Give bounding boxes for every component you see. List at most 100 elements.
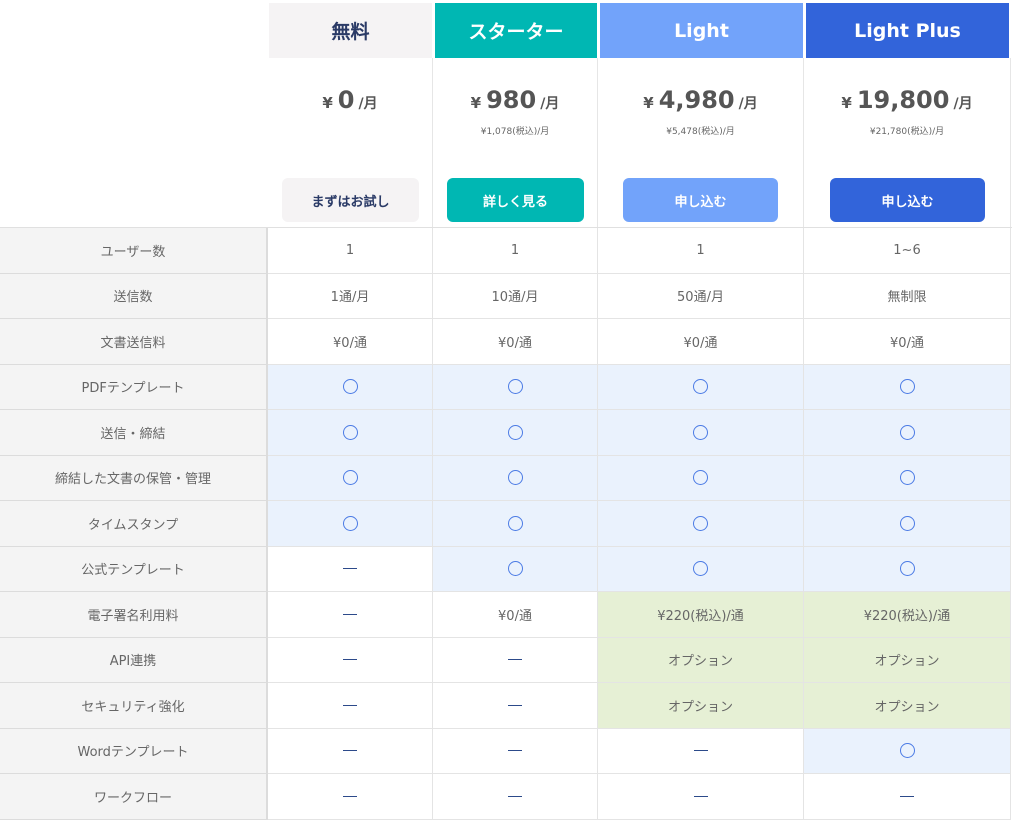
price-period: /月: [358, 96, 378, 112]
feature-value-not-included: [433, 683, 598, 729]
dash-icon: [343, 704, 357, 706]
feature-value: ¥0/通: [268, 319, 433, 365]
circle-icon: [899, 424, 915, 440]
circle-icon: [693, 470, 708, 486]
plan-header-0: 無料: [269, 3, 432, 58]
feature-row: 締結した文書の保管・管理: [0, 455, 1012, 501]
price-tax-included: ¥5,478(税込)/月: [666, 127, 735, 137]
feature-label: セキュリティ強化: [0, 683, 268, 729]
feature-value-not-included: [268, 546, 433, 592]
circle-icon: [342, 470, 358, 486]
feature-label: 送信・締結: [0, 410, 268, 456]
dash-icon: [508, 659, 522, 661]
feature-value-option: オプション: [598, 683, 804, 729]
price-amount: 4,980: [658, 86, 735, 114]
feature-value-included: [804, 728, 1011, 774]
feature-value-included: [433, 364, 598, 410]
feature-value: 無制限: [804, 273, 1011, 319]
feature-row: 電子署名利用料 ¥0/通 ¥220(税込)/通 ¥220(税込)/通: [0, 592, 1012, 638]
feature-label: 文書送信料: [0, 319, 268, 365]
feature-value-included: [433, 455, 598, 501]
circle-icon: [507, 515, 523, 531]
feature-value-not-included: [268, 728, 433, 774]
feature-value-not-included: [268, 683, 433, 729]
feature-value-not-included: [598, 774, 804, 820]
feature-value-included: [804, 546, 1011, 592]
price-amount: 980: [486, 86, 537, 114]
plan-price: ¥4,980/月: [598, 86, 803, 114]
plan-price-cell: ¥0/月まずはお試し: [268, 58, 433, 228]
feature-value: 1~6: [804, 228, 1011, 274]
yen-symbol: ¥: [470, 94, 482, 112]
circle-icon: [899, 561, 915, 577]
plan-price-cell: ¥980/月 ¥1,078(税込)/月 詳しく見る: [433, 58, 598, 228]
plan-price-cell: ¥4,980/月 ¥5,478(税込)/月申し込む: [598, 58, 804, 228]
plan-price-cell: ¥19,800/月 ¥21,780(税込)/月 申し込む: [804, 58, 1011, 228]
feature-value-option: オプション: [804, 637, 1011, 683]
plan-header-1: スターター: [435, 3, 597, 58]
dash-icon: [508, 795, 522, 797]
feature-value-included: [598, 455, 804, 501]
feature-value-included: [268, 364, 433, 410]
dash-icon: [508, 704, 522, 706]
dash-icon: [343, 568, 357, 570]
price-period: /月: [738, 96, 758, 112]
yen-symbol: ¥: [841, 94, 852, 112]
circle-icon: [693, 561, 708, 577]
dash-icon: [343, 613, 357, 615]
plan-price: ¥980/月: [433, 86, 597, 114]
feature-value-not-included: [804, 774, 1011, 820]
circle-icon: [342, 379, 358, 395]
dash-icon: [508, 750, 522, 752]
feature-value: 10通/月: [433, 273, 598, 319]
feature-row: ワークフロー: [0, 774, 1012, 820]
dash-icon: [343, 795, 357, 797]
feature-value: ¥0/通: [804, 319, 1011, 365]
circle-icon: [507, 470, 523, 486]
feature-value: ¥0/通: [433, 319, 598, 365]
feature-label: タイムスタンプ: [0, 501, 268, 547]
feature-label: 電子署名利用料: [0, 592, 268, 638]
plan-cta-button[interactable]: 申し込む: [623, 178, 778, 222]
price-tax-included: ¥21,780(税込)/月: [869, 127, 945, 137]
feature-value: 1: [268, 228, 433, 274]
circle-icon: [507, 424, 523, 440]
circle-icon: [507, 561, 523, 577]
feature-value: 1通/月: [268, 273, 433, 319]
feature-row: 公式テンプレート: [0, 546, 1012, 592]
feature-label: 締結した文書の保管・管理: [0, 455, 268, 501]
plan-cta-button[interactable]: 詳しく見る: [447, 178, 584, 222]
feature-value-included: [804, 455, 1011, 501]
feature-value: 1: [598, 228, 804, 274]
plan-cta-button[interactable]: 申し込む: [830, 178, 985, 222]
feature-row: タイムスタンプ: [0, 501, 1012, 547]
plan-price: ¥0/月: [268, 86, 432, 114]
circle-icon: [342, 515, 358, 531]
feature-label: Wordテンプレート: [0, 728, 268, 774]
feature-value-included: [804, 501, 1011, 547]
circle-icon: [899, 743, 915, 759]
circle-icon: [342, 424, 358, 440]
price-amount: 19,800: [856, 86, 950, 114]
circle-icon: [507, 379, 523, 395]
circle-icon: [693, 379, 708, 395]
plan-header-2: Light: [600, 3, 803, 58]
dash-icon: [343, 659, 357, 661]
dash-icon: [900, 795, 914, 797]
plan-header-3: Light Plus: [806, 3, 1009, 58]
feature-label: 送信数: [0, 273, 268, 319]
feature-row: 送信・締結: [0, 410, 1012, 456]
plan-header-row: 無料 スターター Light Light Plus: [0, 3, 1012, 58]
feature-value-included: [433, 546, 598, 592]
feature-value-included: [268, 455, 433, 501]
plan-price-row: ¥0/月 まずはお試し ¥980/月 ¥1,078(税込)/月 詳しく見る ¥4,980/…: [268, 58, 1012, 228]
feature-value-included: [804, 410, 1011, 456]
plan-cta-button[interactable]: まずはお試し: [282, 178, 419, 222]
feature-row: PDFテンプレート: [0, 364, 1012, 410]
price-period: /月: [540, 96, 560, 112]
feature-row: 送信数 1通/月 10通/月 50通/月 無制限: [0, 273, 1012, 319]
feature-value-option: オプション: [598, 637, 804, 683]
feature-value-not-included: [268, 774, 433, 820]
feature-value-included: [598, 501, 804, 547]
feature-value-option: ¥220(税込)/通: [598, 592, 804, 638]
